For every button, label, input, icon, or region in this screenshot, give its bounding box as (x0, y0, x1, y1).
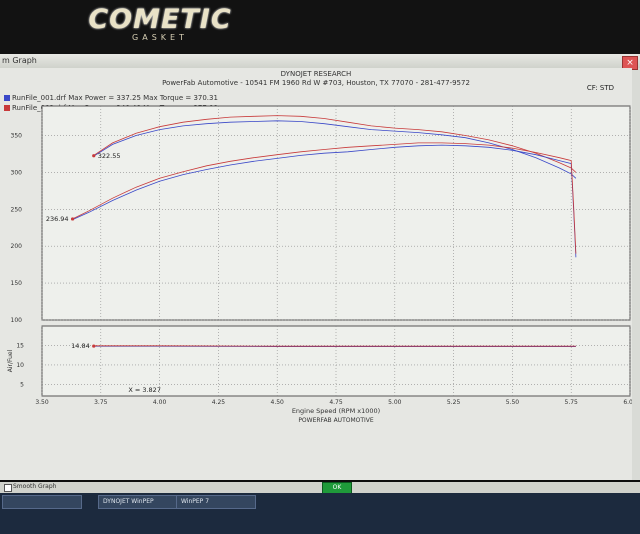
footer-label: POWERFAB AUTOMOTIVE (298, 417, 374, 424)
y-tick-label: 350 (11, 133, 23, 140)
annotation-label: 322.55 (98, 152, 121, 160)
smooth-graph-checkbox[interactable] (4, 484, 12, 492)
taskbar-item-winpep7[interactable]: WinPEP 7 (176, 495, 256, 509)
brand-logo: COMETIC GASKET (84, 4, 236, 42)
x-tick-label: 4.00 (153, 399, 167, 406)
y-tick-label: 250 (11, 206, 23, 213)
logo-subtext: GASKET (84, 33, 236, 42)
smooth-graph-label: Smooth Graph (13, 483, 56, 490)
lower-y-tick-label: 15 (16, 342, 24, 349)
logo-text: COMETIC (84, 4, 236, 35)
x-tick-label: 4.50 (271, 399, 285, 406)
x-tick-label: 3.50 (35, 399, 49, 406)
annotation-label: 14.84 (71, 342, 90, 350)
taskbar-item-winpep[interactable]: DYNOJET WinPEP (98, 495, 178, 509)
status-bar (0, 482, 640, 493)
annotation-marker (92, 154, 95, 157)
y-tick-label: 300 (11, 169, 23, 176)
dyno-graph-panel: DYNOJET RESEARCH PowerFab Automotive - 1… (0, 68, 632, 480)
window-titlebar: m Graph × (0, 54, 640, 68)
x-tick-label: 5.00 (388, 399, 402, 406)
x-tick-label: 4.75 (329, 399, 343, 406)
lower-y-tick-label: 10 (16, 362, 24, 369)
start-button[interactable] (2, 495, 82, 509)
x-tick-label: 5.75 (565, 399, 579, 406)
x-tick-label: 5.50 (506, 399, 520, 406)
lower-y-axis-label: Air/Fuel (7, 349, 14, 372)
taskbar: DYNOJET WinPEP WinPEP 7 (0, 493, 640, 534)
dyno-chart: 3.50 3.75 4.00 4.25 4.50 4.75 5.00 5.25 5.50 5.75… (0, 68, 632, 480)
annotation-marker (92, 344, 95, 347)
y-tick-label: 100 (11, 317, 23, 324)
x-tick-label: 5.25 (447, 399, 461, 406)
screen: m Graph × DYNOJET RESEARCH PowerFab Auto… (0, 54, 640, 480)
x-tick-label: 6.00 (623, 399, 632, 406)
monitor-bezel: COMETIC GASKET (0, 0, 640, 56)
x-axis-label: Engine Speed (RPM x1000) (292, 407, 380, 415)
annotation-label: X = 3.827 (128, 386, 161, 394)
y-tick-label: 150 (11, 280, 23, 287)
annotation-label: 236.94 (46, 215, 69, 223)
x-tick-label: 4.25 (212, 399, 226, 406)
annotation-marker (71, 217, 74, 220)
y-tick-label: 200 (11, 243, 23, 250)
lower-y-tick-label: 5 (20, 381, 24, 388)
window-title: m Graph (2, 56, 37, 65)
x-tick-label: 3.75 (94, 399, 108, 406)
